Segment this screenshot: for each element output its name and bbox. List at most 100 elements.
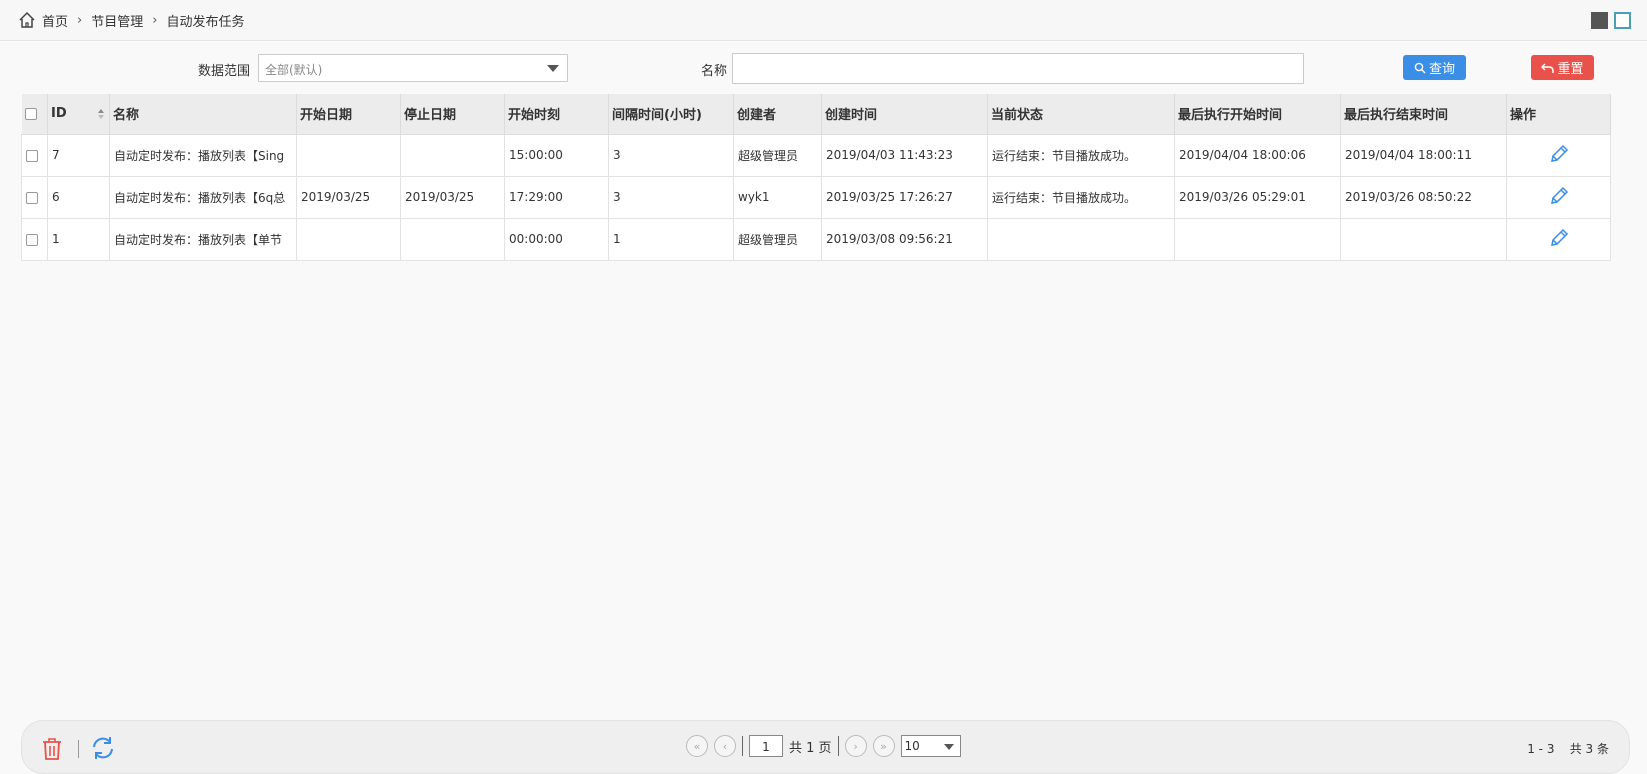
header-actions: 操作	[1506, 94, 1611, 135]
chevron-down-icon	[943, 744, 954, 750]
header-creator[interactable]: 创建者	[733, 94, 822, 135]
edit-icon[interactable]	[1548, 227, 1570, 249]
header-start-date[interactable]: 开始日期	[296, 94, 401, 135]
cell-id: 6	[47, 175, 110, 219]
cell-last-end: 2019/04/04 18:00:11	[1340, 133, 1507, 177]
breadcrumb-separator: ›	[152, 12, 158, 28]
task-table: ID 名称 开始日期 停止日期 开始时刻 间隔时间(小时) 创建者 创建时间 当…	[21, 94, 1611, 261]
cell-start-time: 17:29:00	[504, 175, 609, 219]
table-row[interactable]: 6 自动定时发布：播放列表【6q总 2019/03/25 2019/03/25 …	[21, 175, 1611, 219]
cell-id: 1	[47, 217, 110, 261]
cell-last-start: 2019/04/04 18:00:06	[1174, 133, 1341, 177]
name-input[interactable]	[732, 53, 1304, 84]
cell-creator: 超级管理员	[733, 217, 822, 261]
page-size-select[interactable]: 10	[900, 735, 961, 757]
header-name[interactable]: 名称	[109, 94, 297, 135]
undo-icon	[1541, 63, 1555, 73]
reset-button-label: 重置	[1557, 62, 1584, 77]
page-number-input[interactable]: 1	[749, 735, 783, 757]
last-page-button[interactable]: »	[872, 735, 895, 757]
cell-interval: 3	[608, 175, 734, 219]
name-label: 名称	[701, 64, 728, 79]
header-stop-date[interactable]: 停止日期	[400, 94, 505, 135]
edit-icon[interactable]	[1548, 185, 1570, 207]
table-footer: « ‹ 1 共 1 页 › » 10 1 - 3 共 3 条	[21, 720, 1630, 774]
breadcrumb-program-management[interactable]: 节目管理	[91, 11, 143, 30]
cell-creator: 超级管理员	[733, 133, 822, 177]
cell-creator: wyk1	[733, 175, 822, 219]
header-last-end[interactable]: 最后执行结束时间	[1340, 94, 1507, 135]
breadcrumb-separator: ›	[77, 12, 83, 28]
cell-id: 7	[47, 133, 110, 177]
cell-start-date	[296, 133, 401, 177]
double-chevron-right-icon: »	[880, 739, 887, 753]
pager-divider	[837, 736, 839, 756]
cell-interval: 1	[608, 217, 734, 261]
cell-start-date: 2019/03/25	[296, 175, 401, 219]
header-interval[interactable]: 间隔时间(小时)	[608, 94, 734, 135]
cell-start-date	[296, 217, 401, 261]
sort-icon[interactable]	[97, 108, 105, 120]
chevron-down-icon	[547, 65, 559, 72]
cell-start-time: 15:00:00	[504, 133, 609, 177]
cell-created: 2019/03/25 17:26:27	[821, 175, 988, 219]
search-icon	[1414, 62, 1426, 73]
double-chevron-left-icon: «	[693, 739, 701, 753]
edit-icon[interactable]	[1548, 143, 1570, 165]
query-button[interactable]: 查询	[1403, 55, 1466, 80]
cell-interval: 3	[608, 133, 734, 177]
cell-status: 运行结束：节目播放成功。	[987, 175, 1175, 219]
cell-last-end	[1340, 217, 1507, 261]
record-summary: 1 - 3 共 3 条	[1527, 740, 1609, 757]
cell-last-end: 2019/03/26 08:50:22	[1340, 175, 1507, 219]
refresh-icon[interactable]	[90, 735, 116, 761]
dark-theme-button[interactable]	[1591, 12, 1608, 29]
prev-page-button[interactable]: ‹	[714, 735, 736, 757]
footer-divider	[78, 740, 79, 758]
row-checkbox[interactable]	[26, 233, 38, 246]
record-total: 共 3 条	[1569, 742, 1609, 756]
row-checkbox[interactable]	[26, 149, 38, 162]
table-row[interactable]: 7 自动定时发布：播放列表【Sing 15:00:00 3 超级管理员 2019…	[21, 133, 1611, 177]
header-id[interactable]: ID	[47, 94, 110, 135]
filter-bar: 数据范围 全部(默认) 名称 查询 重置	[0, 52, 1647, 84]
table-row[interactable]: 1 自动定时发布：播放列表【单节 00:00:00 1 超级管理员 2019/0…	[21, 217, 1611, 261]
cell-status: 运行结束：节目播放成功。	[987, 133, 1175, 177]
page-size-value: 10	[904, 739, 920, 753]
header-status[interactable]: 当前状态	[987, 94, 1175, 135]
reset-button[interactable]: 重置	[1531, 55, 1594, 80]
cell-stop-date	[400, 217, 505, 261]
record-range: 1 - 3	[1527, 742, 1555, 756]
cell-start-time: 00:00:00	[504, 217, 609, 261]
header-created[interactable]: 创建时间	[821, 94, 988, 135]
select-all-header[interactable]	[21, 94, 48, 135]
cell-created: 2019/04/03 11:43:23	[821, 133, 988, 177]
cell-name: 自动定时发布：播放列表【单节	[109, 217, 297, 261]
total-pages: 共 1 页	[789, 740, 832, 756]
cell-status	[987, 217, 1175, 261]
cell-last-start: 2019/03/26 05:29:01	[1174, 175, 1341, 219]
top-bar: 首页 › 节目管理 › 自动发布任务	[0, 0, 1647, 41]
trash-icon[interactable]	[40, 737, 64, 761]
select-all-checkbox[interactable]	[24, 107, 37, 120]
chevron-right-icon: ›	[853, 739, 858, 753]
header-last-start[interactable]: 最后执行开始时间	[1174, 94, 1341, 135]
cell-name: 自动定时发布：播放列表【6q总	[109, 175, 297, 219]
breadcrumb-home[interactable]: 首页	[42, 11, 68, 30]
header-start-time[interactable]: 开始时刻	[504, 94, 609, 135]
table-header: ID 名称 开始日期 停止日期 开始时刻 间隔时间(小时) 创建者 创建时间 当…	[21, 94, 1611, 135]
first-page-button[interactable]: «	[686, 735, 708, 757]
light-theme-button[interactable]	[1614, 12, 1631, 29]
range-select[interactable]: 全部(默认)	[258, 54, 568, 82]
cell-last-start	[1174, 217, 1341, 261]
range-label: 数据范围	[198, 64, 251, 79]
home-icon[interactable]	[18, 11, 36, 29]
cell-stop-date	[400, 133, 505, 177]
chevron-left-icon: ‹	[722, 739, 728, 753]
pager-divider	[742, 736, 743, 756]
cell-name: 自动定时发布：播放列表【Sing	[109, 133, 297, 177]
row-checkbox[interactable]	[26, 191, 38, 204]
cell-stop-date: 2019/03/25	[400, 175, 505, 219]
query-button-label: 查询	[1428, 62, 1455, 77]
next-page-button[interactable]: ›	[844, 735, 867, 757]
